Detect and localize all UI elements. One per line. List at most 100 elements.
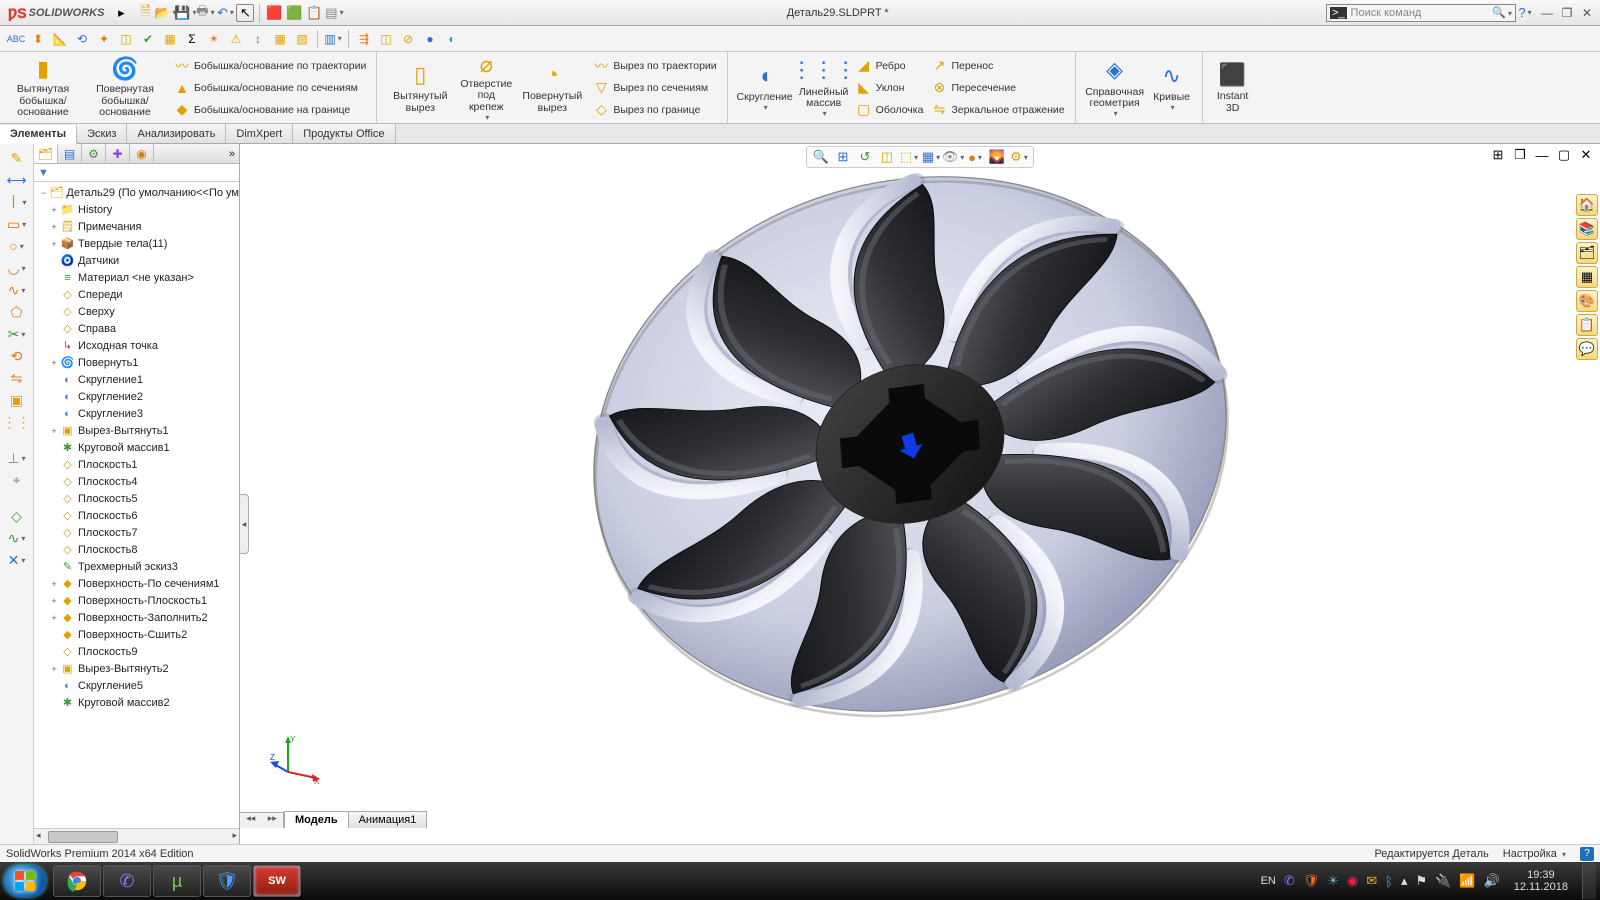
tree-node[interactable]: ◇Плоскость9	[34, 643, 239, 660]
tool18-icon[interactable]: ◐	[442, 29, 462, 49]
instant3d-button[interactable]: ⬛Instant 3D	[1209, 54, 1257, 121]
fm-display-tab-icon[interactable]: ◉	[130, 144, 154, 163]
tree-node[interactable]: ◇Плоскость1	[34, 456, 239, 473]
tree-root[interactable]: −🗂Деталь29 (По умолчанию<<По ум	[34, 184, 239, 201]
tree-node[interactable]: ◐Скругление1	[34, 371, 239, 388]
tree-node[interactable]: ↳Исходная точка	[34, 337, 239, 354]
tool12-icon[interactable]: ▧	[292, 29, 312, 49]
tree-filter[interactable]: ▼	[34, 164, 239, 182]
start-button[interactable]	[4, 865, 46, 897]
tp-resources-icon[interactable]: 🏠	[1576, 194, 1598, 216]
motion-next-icon[interactable]: ▸▸	[262, 813, 284, 828]
lt-fix-icon[interactable]: ⌖	[5, 470, 29, 490]
tp-appearances-icon[interactable]: 🎨	[1576, 290, 1598, 312]
options-icon[interactable]: 📋	[305, 4, 323, 22]
linear-pattern-button[interactable]: ⋮⋮⋮Линейный массив▾	[796, 54, 852, 121]
revolve-boss-button[interactable]: 🌀Повернутая бобышка/основание	[80, 54, 170, 121]
lt-trim-icon[interactable]: ✂▾	[5, 324, 29, 344]
ref-geometry-button[interactable]: ◈Справочная геометрия▾	[1082, 54, 1148, 121]
draft-button[interactable]: ◣Уклон	[852, 77, 928, 98]
rib-button[interactable]: ◢Ребро	[852, 55, 928, 76]
motion-tab-анимация1[interactable]: Анимация1	[348, 811, 428, 828]
tree-node[interactable]: ◐Скругление5	[34, 677, 239, 694]
tree-node[interactable]: +◆Поверхность-Заполнить2	[34, 609, 239, 626]
tray-clock[interactable]: 19:39 12.11.2018	[1508, 869, 1574, 893]
shell-button[interactable]: ▢Оболочка	[852, 99, 928, 120]
status-help-icon[interactable]: ?	[1580, 847, 1594, 861]
lt-convert-icon[interactable]: ▣	[5, 390, 29, 410]
boundary-boss-button[interactable]: ◆Бобышка/основание на границе	[170, 99, 370, 120]
fillet-button[interactable]: ◖Скругление▾	[734, 54, 796, 121]
tree-node[interactable]: +▣Вырез-Вытянуть2	[34, 660, 239, 677]
scrollbar-thumb[interactable]	[48, 831, 118, 843]
help-icon[interactable]: ?▾	[1516, 4, 1534, 22]
save-icon[interactable]: 💾▾	[176, 4, 194, 22]
tree-hscroll[interactable]: ◂▸	[34, 828, 239, 844]
intersect-button[interactable]: ⊗Пересечение	[927, 77, 1068, 98]
tray-bluetooth-icon[interactable]: ᛒ	[1385, 874, 1393, 889]
rebuild-icon[interactable]: 🟥	[265, 4, 283, 22]
revolve-cut-button[interactable]: ◔Повернутый вырез	[515, 54, 589, 121]
tp-view-palette-icon[interactable]: ▦	[1576, 266, 1598, 288]
sigma-icon[interactable]: Σ	[182, 29, 202, 49]
tree-node[interactable]: ◇Плоскость7	[34, 524, 239, 541]
boundary-cut-button[interactable]: ◇Вырез по границе	[589, 99, 720, 120]
task-utorrent-icon[interactable]: µ	[153, 865, 201, 897]
tree-node[interactable]: +📦Твердые тела(11)	[34, 235, 239, 252]
tool13-icon[interactable]: ▥▾	[323, 29, 343, 49]
lt-axis-icon[interactable]: ✕▾	[5, 550, 29, 570]
tool3-icon[interactable]: ⟲	[72, 29, 92, 49]
tool7-icon[interactable]: ▦	[160, 29, 180, 49]
command-tab-эскиз[interactable]: Эскиз	[77, 124, 127, 143]
lt-curve-icon[interactable]: ∿▾	[5, 528, 29, 548]
tray-mail-icon[interactable]: ✉	[1366, 873, 1377, 889]
mirror-button[interactable]: ⇋Зеркальное отражение	[927, 99, 1068, 120]
tray-shield-icon[interactable]: 🛡	[1303, 873, 1320, 889]
tool15-icon[interactable]: ◫	[376, 29, 396, 49]
extrude-boss-button[interactable]: ▮Вытянутая бобышка/основание	[6, 54, 80, 121]
loft-cut-button[interactable]: ▽Вырез по сечениям	[589, 77, 720, 98]
lt-mirror-icon[interactable]: ⇋	[5, 368, 29, 388]
tool6-icon[interactable]: ✔	[138, 29, 158, 49]
tool8-icon[interactable]: ✴	[204, 29, 224, 49]
status-customize[interactable]: Настройка ▾	[1503, 848, 1566, 860]
tree-node[interactable]: +🗒Примечания	[34, 218, 239, 235]
lt-offset-icon[interactable]: ⟲	[5, 346, 29, 366]
show-desktop-button[interactable]	[1582, 863, 1596, 899]
orientation-triad[interactable]: Y X Z	[270, 734, 320, 784]
tp-design-lib-icon[interactable]: 📚	[1576, 218, 1598, 240]
command-search[interactable]: >_ Поиск команд 🔍▾	[1326, 4, 1516, 22]
tree-node[interactable]: +◆Поверхность-Плоскость1	[34, 592, 239, 609]
command-tab-элементы[interactable]: Элементы	[0, 125, 77, 144]
tree-node[interactable]: +▣Вырез-Вытянуть1	[34, 422, 239, 439]
lt-spline-icon[interactable]: ∿▾	[5, 280, 29, 300]
task-chrome-icon[interactable]	[53, 865, 101, 897]
tool1-icon[interactable]: ⬍	[28, 29, 48, 49]
tree-node[interactable]: ◆Поверхность-Сшить2	[34, 626, 239, 643]
tp-forum-icon[interactable]: 💬	[1576, 338, 1598, 360]
fm-config-tab-icon[interactable]: ⚙	[82, 144, 106, 163]
tool11-icon[interactable]: ▦	[270, 29, 290, 49]
tool14-icon[interactable]: ⇶	[354, 29, 374, 49]
tool2-icon[interactable]: 📐	[50, 29, 70, 49]
doc-close-icon[interactable]: ✕	[1576, 146, 1596, 164]
loft-boss-button[interactable]: ▲Бобышка/основание по сечениям	[170, 77, 370, 98]
tray-weather-icon[interactable]: ☀	[1327, 873, 1339, 889]
command-tab-продукты office[interactable]: Продукты Office	[293, 124, 395, 143]
search-icon[interactable]: 🔍▾	[1492, 6, 1512, 19]
lt-rect-icon[interactable]: ▭▾	[5, 214, 29, 234]
doc-max-icon[interactable]: ▢	[1554, 146, 1574, 164]
tray-volume-icon[interactable]: 🔊	[1484, 873, 1500, 889]
tree-node[interactable]: ◇Спереди	[34, 286, 239, 303]
fm-dimxpert-tab-icon[interactable]: ✚	[106, 144, 130, 163]
tree-node[interactable]: ◇Справа	[34, 320, 239, 337]
task-solidworks-icon[interactable]: SW	[253, 865, 301, 897]
tree-node[interactable]: ◇Плоскость8	[34, 541, 239, 558]
fm-tree-tab-icon[interactable]: 🗂	[34, 144, 58, 163]
swept-cut-button[interactable]: 〰Вырез по траектории	[589, 55, 720, 76]
tree-node[interactable]: +◆Поверхность-По сечениям1	[34, 575, 239, 592]
feature-tree[interactable]: −🗂Деталь29 (По умолчанию<<По ум+📁History…	[34, 182, 239, 828]
tree-node[interactable]: ✱Круговой массив2	[34, 694, 239, 711]
command-tab-dimxpert[interactable]: DimXpert	[226, 124, 293, 143]
tool4-icon[interactable]: ✦	[94, 29, 114, 49]
